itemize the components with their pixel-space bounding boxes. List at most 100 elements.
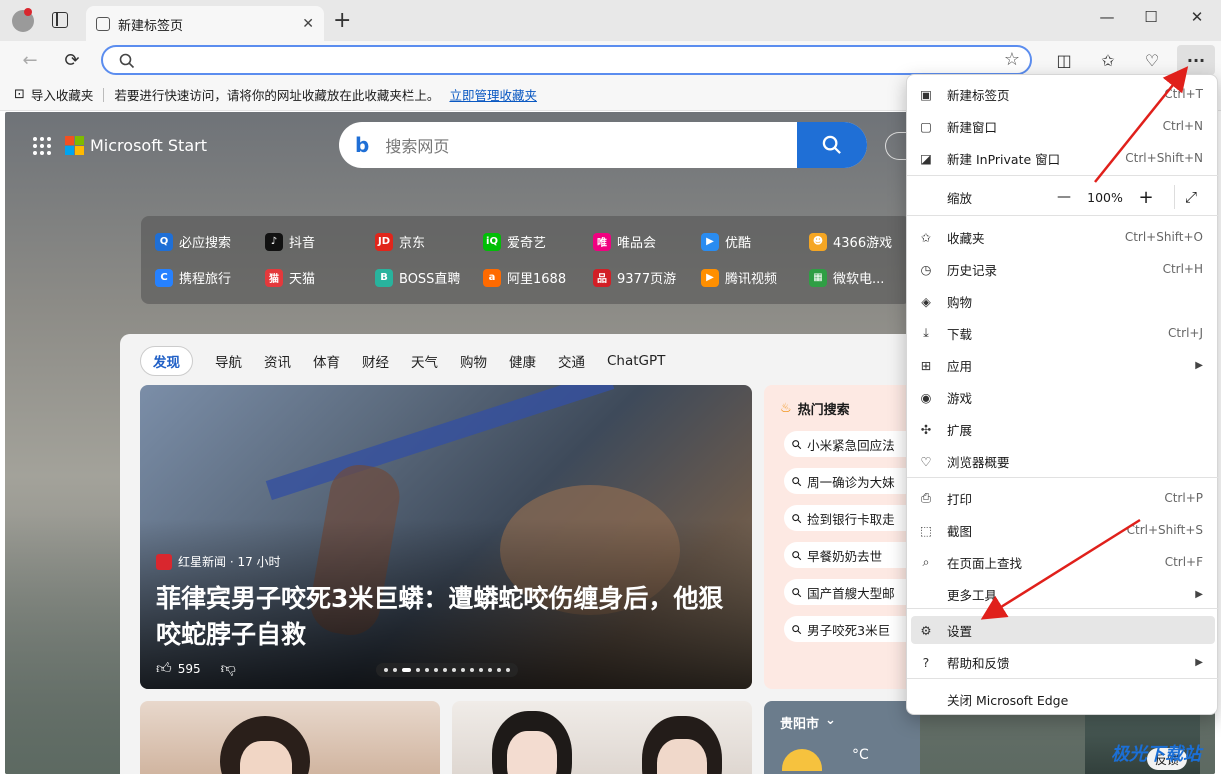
quick-link-label: 唯品会 (617, 236, 657, 251)
close-window-button[interactable]: ✕ (1182, 6, 1212, 28)
menu-item[interactable]: ? 帮助和反馈 ▶ (911, 648, 1215, 676)
quick-link[interactable]: C 携程旅行 (155, 268, 231, 287)
feed-tab[interactable]: 健康 (509, 351, 536, 371)
menu-item[interactable]: ◈ 购物 (911, 287, 1215, 315)
tab-actions-icon[interactable] (52, 12, 68, 28)
hot-search-item[interactable]: ⚲ 捡到银行卡取走 (784, 505, 920, 531)
menu-item[interactable]: ⚙ 设置 (911, 616, 1215, 644)
news-card[interactable] (140, 701, 440, 774)
new-tab-button[interactable]: + (333, 8, 351, 33)
hero-news-card[interactable]: 红星新闻 · 17 小时 菲律宾男子咬死3米巨蟒：遭蟒蛇咬伤缠身后，他狠咬蛇脖子… (140, 385, 752, 689)
menu-item[interactable]: ♡ 浏览器概要 (911, 447, 1215, 475)
quick-link[interactable]: JD 京东 (375, 232, 425, 251)
zoom-row: 缩放 — 100% + ⤢ (911, 183, 1215, 211)
quick-link[interactable]: a 阿里1688 (483, 268, 566, 287)
carousel-indicator[interactable] (376, 663, 518, 677)
quick-link[interactable]: 品 9377页游 (593, 268, 676, 287)
settings-and-more-button[interactable]: ··· (1177, 45, 1215, 75)
quick-link[interactable]: ▦ 微软电... (809, 268, 884, 287)
hot-search-item[interactable]: ⚲ 男子咬死3米巨 (784, 616, 920, 642)
menu-item[interactable]: ◉ 游戏 (911, 383, 1215, 411)
zoom-in-button[interactable]: + (1128, 187, 1164, 208)
hot-search-item[interactable]: ⚲ 早餐奶奶去世 (784, 542, 920, 568)
quick-link[interactable]: 猫天猫 (265, 268, 315, 287)
tab-close-icon[interactable]: ✕ (302, 16, 314, 32)
feed-tab[interactable]: 购物 (460, 351, 487, 371)
app-launcher-icon[interactable] (33, 136, 51, 155)
hot-search-card: ♨ 热门搜索 ⚲ 小米紧急回应法 ⚲ 周一确诊为大妹 ⚲ 捡到银行卡取走 ⚲ 早餐奶奶去世 ⚲ 国… (764, 385, 920, 689)
settings-icon: ⚙ (920, 622, 932, 638)
minimize-button[interactable]: — (1092, 6, 1122, 28)
address-bar[interactable]: ☆ (101, 45, 1032, 75)
menu-item[interactable]: ⤓ 下载 Ctrl+J (911, 319, 1215, 347)
tab-new-tab[interactable]: 新建标签页 ✕ (86, 6, 324, 42)
zoom-out-button[interactable]: — (1046, 189, 1082, 205)
quick-link[interactable]: ☻ 4366游戏 (809, 232, 892, 251)
submenu-arrow-icon: ▶ (1195, 656, 1203, 668)
hot-search-text: 捡到银行卡取走 (807, 511, 895, 527)
profile-icon[interactable] (12, 8, 34, 32)
menu-item[interactable]: 更多工具 ▶ (911, 580, 1215, 608)
quick-link[interactable]: ▶ 优酷 (701, 232, 751, 251)
menu-item[interactable]: 关闭 Microsoft Edge (911, 685, 1215, 713)
feed-tab[interactable]: 导航 (215, 351, 242, 371)
menu-item[interactable]: ⬚ 截图 Ctrl+Shift+S (911, 516, 1215, 544)
menu-item[interactable]: ▣ 新建标签页 Ctrl+T (911, 80, 1215, 108)
split-screen-icon[interactable]: ◫ (1050, 47, 1078, 73)
favorite-star-icon[interactable]: ☆ (1004, 49, 1020, 70)
menu-item-label: 应用 (947, 358, 973, 374)
news-card[interactable] (452, 701, 752, 774)
menu-item[interactable]: ◷ 历史记录 Ctrl+H (911, 255, 1215, 283)
quick-link[interactable]: Q 必应搜索 (155, 232, 231, 251)
refresh-button[interactable]: ⟳ (58, 47, 86, 73)
menu-item[interactable]: ⊞ 应用 ▶ (911, 351, 1215, 379)
menu-item-label: 新建 InPrivate 窗口 (947, 151, 1061, 167)
chevron-down-icon: ⌄ (825, 713, 836, 728)
microsoft-logo-icon (65, 136, 84, 155)
hot-search-item[interactable]: ⚲ 周一确诊为大妹 (784, 468, 920, 494)
feed-tab[interactable]: 资讯 (264, 351, 291, 371)
ms-start-header: Microsoft Start (33, 136, 207, 155)
brand-name[interactable]: Microsoft Start (90, 136, 207, 155)
maximize-button[interactable]: ☐ (1136, 6, 1166, 28)
news-headline[interactable]: 菲律宾男子咬死3米巨蟒：遭蟒蛇咬伤缠身后，他狠咬蛇脖子自救 (156, 581, 736, 653)
history-icon: ◷ (920, 261, 932, 277)
feed-tab[interactable]: 体育 (313, 351, 340, 371)
search-icon: ⚲ (788, 620, 806, 638)
quick-link[interactable]: ♪ 抖音 (265, 232, 315, 251)
quick-link-label: 阿里1688 (507, 272, 567, 287)
import-favorites-button[interactable]: 导入收藏夹 (31, 85, 94, 104)
like-icon[interactable]: 👍︎ (156, 659, 172, 678)
search-button[interactable] (797, 122, 867, 168)
weather-card[interactable]: 贵阳市 ⌄ °C (764, 701, 920, 774)
quick-link[interactable]: iQ 爱奇艺 (483, 232, 546, 251)
quick-link[interactable]: B BOSS直聘 (375, 268, 460, 287)
menu-item[interactable]: ◪ 新建 InPrivate 窗口 Ctrl+Shift+N (911, 144, 1215, 172)
quick-link[interactable]: ▶ 腾讯视频 (701, 268, 777, 287)
manage-favorites-link[interactable]: 立即管理收藏夹 (449, 85, 537, 104)
menu-divider (907, 608, 1219, 609)
search-icon: ⚲ (788, 546, 806, 564)
back-button[interactable]: ← (16, 47, 44, 73)
weather-city[interactable]: 贵阳市 (780, 713, 819, 732)
menu-item[interactable]: ▢ 新建窗口 Ctrl+N (911, 112, 1215, 140)
hot-search-item[interactable]: ⚲ 国产首艘大型邮 (784, 579, 920, 605)
fullscreen-icon[interactable]: ⤢ (1185, 188, 1215, 206)
favorites-icon[interactable]: ✩ (1094, 47, 1122, 73)
menu-item[interactable]: ⎙ 打印 Ctrl+P (911, 484, 1215, 512)
menu-item[interactable]: ✣ 扩展 (911, 415, 1215, 443)
quick-link[interactable]: 唯唯品会 (593, 232, 656, 251)
feed-tab[interactable]: ChatGPT (607, 353, 665, 369)
menu-item[interactable]: ✩ 收藏夹 Ctrl+Shift+O (911, 223, 1215, 251)
dislike-icon[interactable]: 👎︎ (221, 659, 236, 678)
web-search-box[interactable]: b 搜索网页 (339, 122, 867, 168)
feed-tab[interactable]: 发现 (140, 346, 193, 376)
menu-item-label: 设置 (947, 623, 973, 639)
feed-tab[interactable]: 财经 (362, 351, 389, 371)
browser-essentials-icon[interactable]: ♡ (1138, 47, 1166, 73)
feed-tab[interactable]: 交通 (558, 351, 585, 371)
feed-tab[interactable]: 天气 (411, 351, 438, 371)
hot-search-item[interactable]: ⚲ 小米紧急回应法 (784, 431, 920, 457)
jd-icon: JD (375, 232, 393, 251)
menu-item[interactable]: ⌕ 在页面上查找 Ctrl+F (911, 548, 1215, 576)
